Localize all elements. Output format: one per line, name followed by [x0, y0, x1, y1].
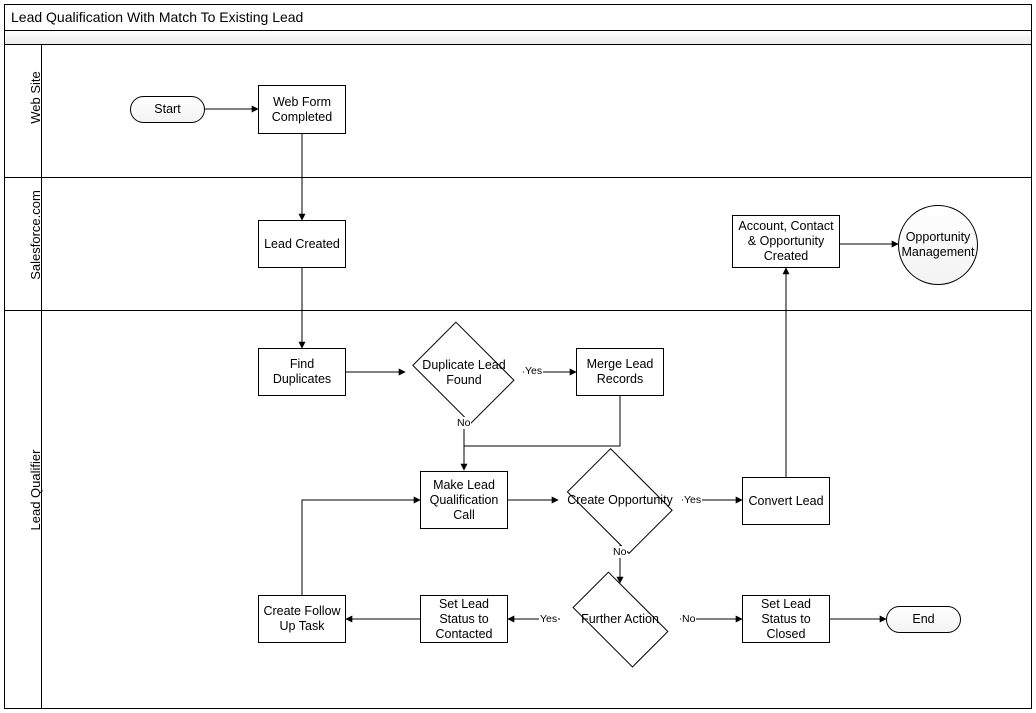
edge-label-create-opp-no: No: [612, 546, 627, 558]
further-action-decision: Further Action: [560, 583, 680, 655]
diagram-title: Lead Qualification With Match To Existin…: [5, 5, 1031, 31]
merge-lead-records-process: Merge Lead Records: [576, 348, 664, 396]
make-lead-qualification-call-process: Make Lead Qualification Call: [420, 471, 508, 529]
end-terminator: End: [886, 606, 961, 633]
edge-label-duplicate-no: No: [456, 417, 471, 429]
title-strip: [5, 31, 1031, 45]
web-form-completed-process: Web Form Completed: [258, 85, 346, 134]
edge-label-further-yes: Yes: [539, 613, 558, 625]
lane-divider-1: [5, 177, 1031, 178]
convert-lead-process: Convert Lead: [742, 477, 830, 525]
edge-label-create-opp-yes: Yes: [683, 494, 702, 506]
create-follow-up-task-process: Create Follow Up Task: [258, 595, 346, 643]
duplicate-lead-found-decision: Duplicate Lead Found: [405, 329, 523, 416]
lane-label-lead-qualifier: Lead Qualifier: [28, 430, 43, 550]
create-opportunity-label: Create Opportunity: [558, 457, 682, 544]
start-terminator: Start: [130, 96, 205, 123]
lane-label-salesforce: Salesforce.com: [28, 180, 43, 290]
lead-created-process: Lead Created: [258, 220, 346, 268]
create-opportunity-decision: Create Opportunity: [558, 457, 682, 544]
opportunity-management-reference: Opportunity Management: [898, 205, 978, 285]
edge-label-duplicate-yes: Yes: [524, 365, 543, 377]
set-lead-status-contacted-process: Set Lead Status to Contacted: [420, 595, 508, 643]
lane-label-column: [5, 44, 42, 708]
find-duplicates-process: Find Duplicates: [258, 348, 346, 396]
further-action-label: Further Action: [560, 583, 680, 655]
set-lead-status-closed-process: Set Lead Status to Closed: [742, 595, 830, 643]
duplicate-lead-found-label: Duplicate Lead Found: [405, 329, 523, 416]
lane-divider-2: [5, 310, 1031, 311]
swimlane-diagram: Lead Qualification With Match To Existin…: [0, 0, 1036, 713]
account-contact-opportunity-created-process: Account, Contact & Opportunity Created: [732, 215, 840, 268]
edge-label-further-no: No: [681, 613, 696, 625]
lane-label-web-site: Web Site: [28, 55, 43, 140]
